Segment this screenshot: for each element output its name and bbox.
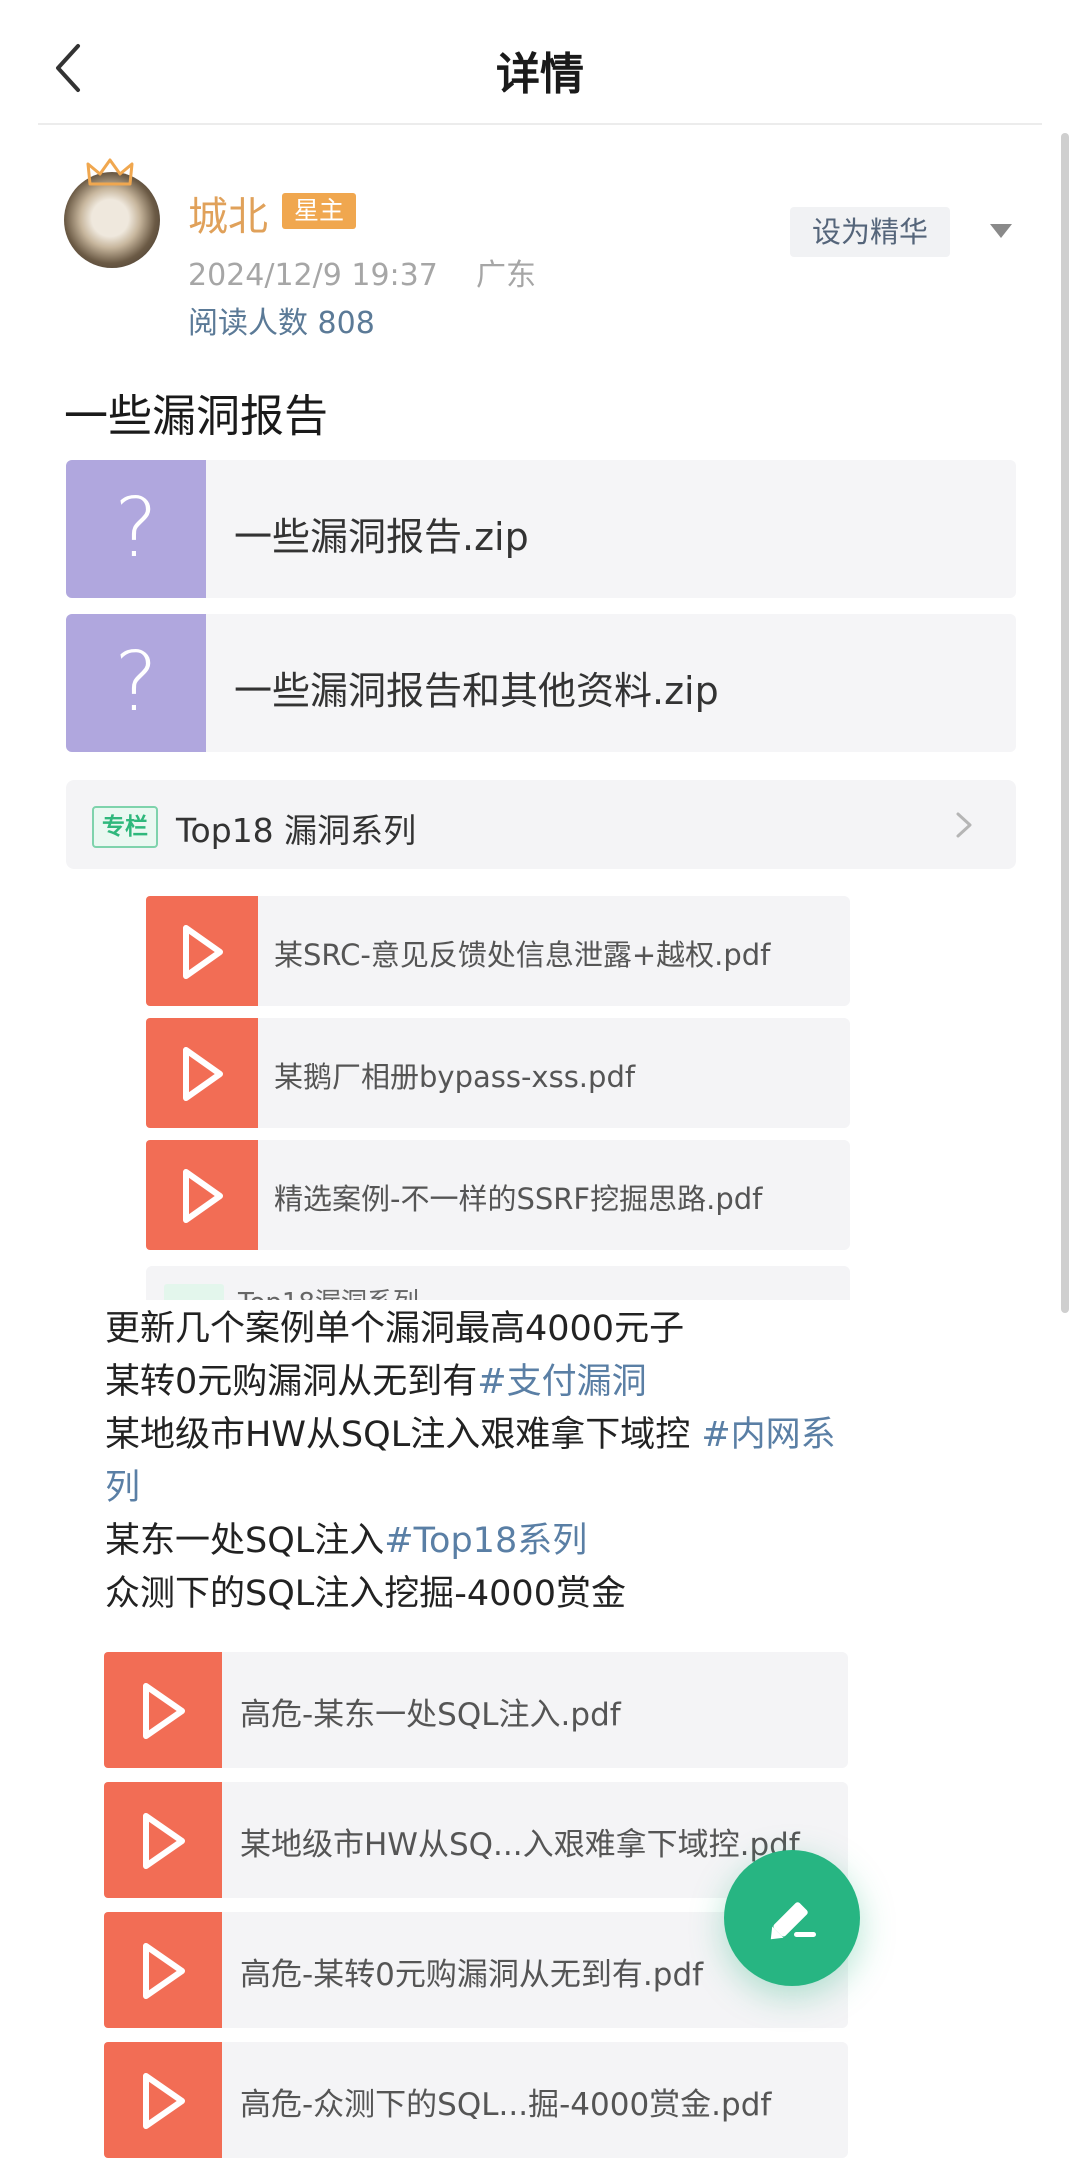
write-comment-button[interactable] <box>724 1850 860 1986</box>
pdf-file-name: 某地级市HW从SQ...入艰难拿下域控.pdf <box>240 1827 800 1863</box>
post-location: 广东 <box>476 258 536 293</box>
pdf-icon <box>104 1782 222 1898</box>
pdf-file-card: 某SRC-意见反馈处信息泄露+越权.pdf <box>146 896 850 1006</box>
pdf-icon <box>146 1140 258 1250</box>
post-body: 更新几个案例单个漏洞最高4000元子 某转0元购漏洞从无到有#支付漏洞 某地级市… <box>105 1303 865 1621</box>
edit-pencil-icon <box>770 1902 816 1940</box>
post-meta: 2024/12/9 19:37 广东 <box>188 250 536 294</box>
topic-link[interactable]: #Top18系列 <box>384 1521 587 1561</box>
pdf-file-name: 精选案例-不一样的SSRF挖掘思路.pdf <box>274 1182 763 1216</box>
set-essence-button[interactable]: 设为精华 <box>790 207 950 257</box>
embedded-column-title: Top18漏洞系列 <box>238 1282 419 1300</box>
pdf-file-name: 高危-某转0元购漏洞从无到有.pdf <box>240 1957 704 1993</box>
pdf-file-name: 某SRC-意见反馈处信息泄露+越权.pdf <box>274 938 771 972</box>
body-line: 某转0元购漏洞从无到有#支付漏洞 <box>105 1362 647 1402</box>
body-line: 众测下的SQL注入挖掘-4000赏金 <box>105 1574 626 1614</box>
author-name[interactable]: 城北 <box>188 184 268 242</box>
pdf-file-name: 高危-众测下的SQL...掘-4000赏金.pdf <box>240 2087 772 2123</box>
unknown-file-icon: ? <box>66 614 206 752</box>
crown-icon <box>86 158 134 186</box>
zip-attachment[interactable]: ? 一些漏洞报告和其他资料.zip <box>66 614 1016 752</box>
pdf-file-card[interactable]: 高危-众测下的SQL...掘-4000赏金.pdf <box>104 2042 848 2158</box>
pdf-file-card[interactable]: 高危-某东一处SQL注入.pdf <box>104 1652 848 1768</box>
body-line: 某地级市HW从SQL注入艰难拿下域控 #内网系列 <box>105 1415 836 1508</box>
post-title: 一些漏洞报告 <box>64 391 328 442</box>
pdf-file-name: 高危-某东一处SQL注入.pdf <box>240 1697 621 1733</box>
header-divider <box>38 123 1042 125</box>
embedded-screenshot[interactable]: 某SRC-意见反馈处信息泄露+越权.pdf 某鹅厂相册bypass-xss.pd… <box>146 896 850 1300</box>
column-tag: 专栏 <box>92 806 158 848</box>
pdf-file-name: 某鹅厂相册bypass-xss.pdf <box>274 1060 636 1094</box>
attachment-name: 一些漏洞报告和其他资料.zip <box>234 669 719 713</box>
attachment-name: 一些漏洞报告.zip <box>234 515 529 559</box>
read-count[interactable]: 阅读人数 808 <box>188 298 375 342</box>
chevron-right-icon <box>956 812 972 838</box>
topic-link[interactable]: #支付漏洞 <box>477 1362 646 1402</box>
pdf-icon <box>146 1018 258 1128</box>
owner-badge: 星主 <box>282 193 357 229</box>
scrollbar[interactable] <box>1061 133 1069 1313</box>
unknown-file-icon: ? <box>66 460 206 598</box>
dropdown-triangle-icon[interactable] <box>988 222 1014 240</box>
pdf-icon <box>104 2042 222 2158</box>
column-link[interactable]: 专栏 Top18 漏洞系列 <box>66 780 1016 869</box>
pdf-icon <box>146 896 258 1006</box>
body-line: 更新几个案例单个漏洞最高4000元子 <box>105 1309 685 1349</box>
zip-attachment[interactable]: ? 一些漏洞报告.zip <box>66 460 1016 598</box>
embedded-column-row: Top18漏洞系列 <box>146 1266 850 1300</box>
column-tag <box>164 1284 224 1300</box>
post-date: 2024/12/9 19:37 <box>188 258 438 293</box>
pdf-file-card: 精选案例-不一样的SSRF挖掘思路.pdf <box>146 1140 850 1250</box>
column-title: Top18 漏洞系列 <box>176 811 417 850</box>
page-title: 详情 <box>496 49 584 100</box>
pdf-icon <box>104 1652 222 1768</box>
body-line: 某东一处SQL注入#Top18系列 <box>105 1521 588 1561</box>
pdf-icon <box>104 1912 222 2028</box>
pdf-file-card: 某鹅厂相册bypass-xss.pdf <box>146 1018 850 1128</box>
